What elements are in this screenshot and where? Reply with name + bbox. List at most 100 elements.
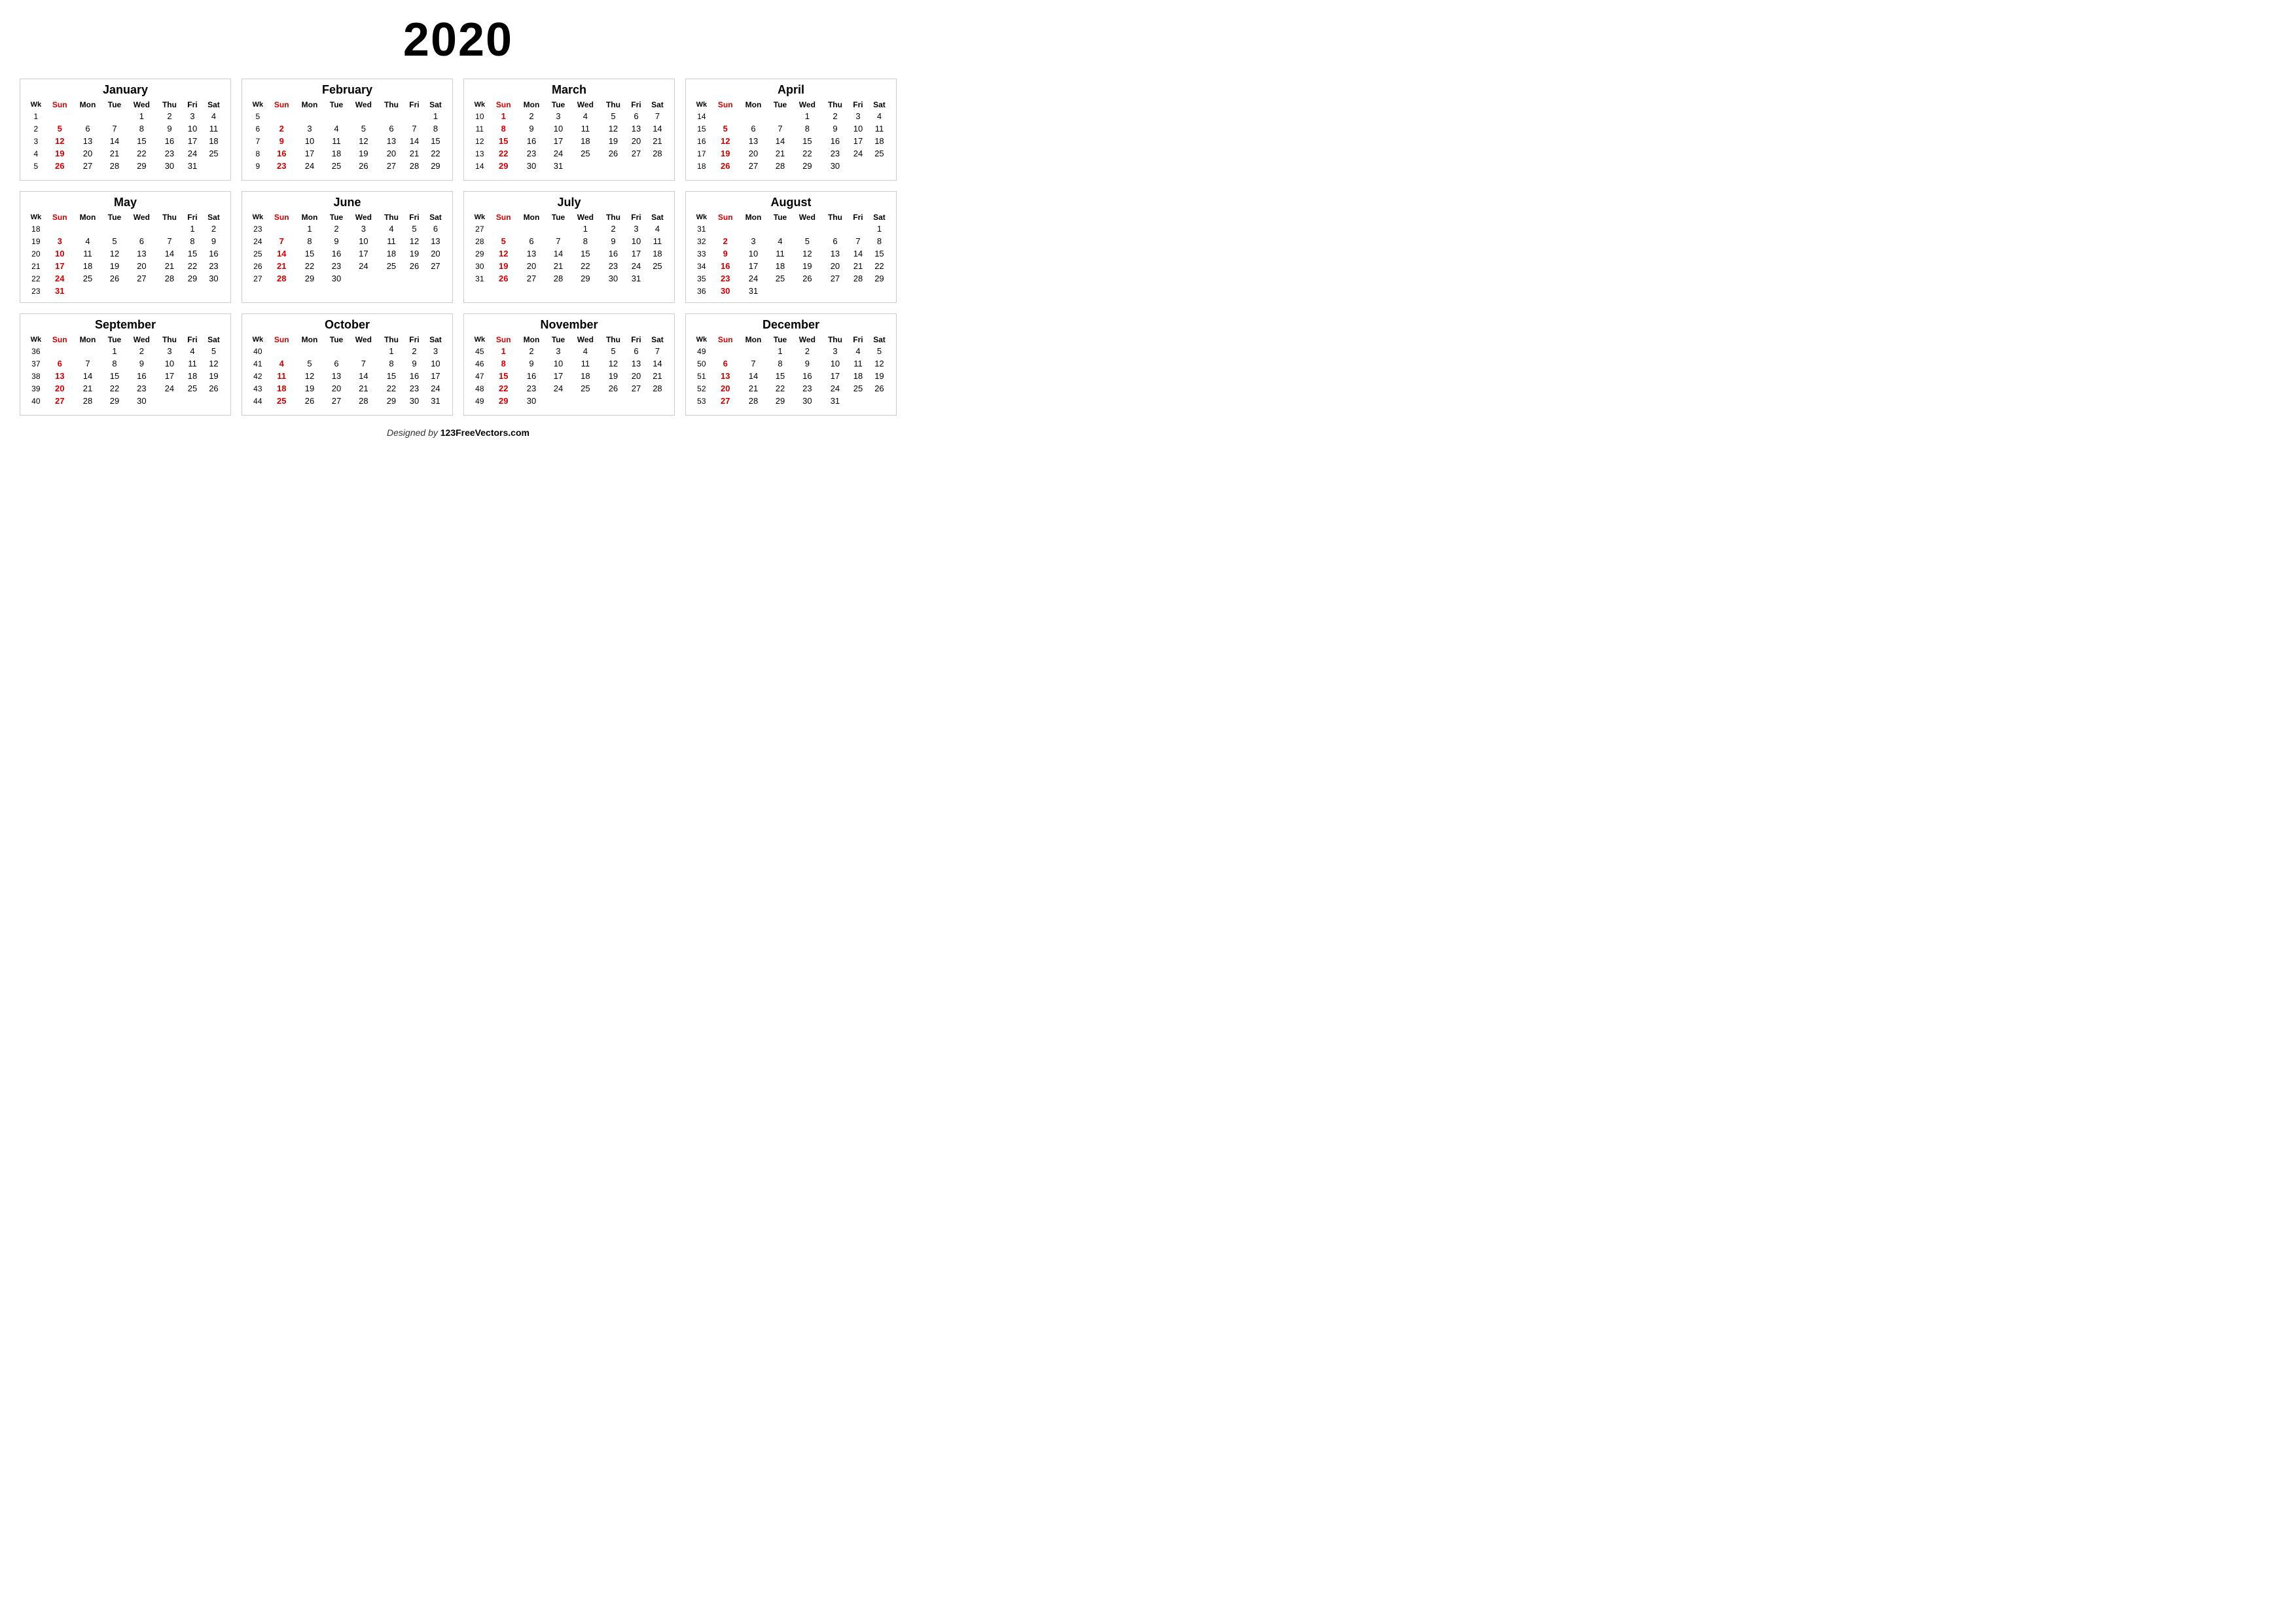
day-cell xyxy=(490,407,517,410)
day-cell: 9 xyxy=(600,235,626,247)
col-header-thu: Thu xyxy=(600,99,626,110)
day-cell: 17 xyxy=(546,135,571,147)
day-cell xyxy=(324,172,349,175)
day-cell: 24 xyxy=(46,272,73,285)
day-cell: 26 xyxy=(102,272,127,285)
day-cell xyxy=(183,395,202,407)
week-number: 50 xyxy=(691,357,712,370)
week-number: 1 xyxy=(26,110,46,122)
day-cell: 25 xyxy=(571,382,600,395)
day-cell: 24 xyxy=(156,382,183,395)
day-cell: 18 xyxy=(768,260,793,272)
month-block-may: MayWkSunMonTueWedThuFriSat18121934567892… xyxy=(20,191,231,303)
week-number: 16 xyxy=(691,135,712,147)
day-cell: 18 xyxy=(646,247,669,260)
day-cell: 1 xyxy=(490,345,517,357)
week-number: 23 xyxy=(26,285,46,297)
week-number: 17 xyxy=(691,147,712,160)
day-cell: 19 xyxy=(295,382,324,395)
day-cell: 22 xyxy=(424,147,447,160)
day-cell: 30 xyxy=(324,272,349,285)
day-cell xyxy=(793,285,822,297)
day-cell: 11 xyxy=(73,247,102,260)
day-cell xyxy=(822,223,848,235)
day-cell: 11 xyxy=(571,357,600,370)
col-header-thu: Thu xyxy=(600,334,626,345)
day-cell: 28 xyxy=(156,272,183,285)
day-cell xyxy=(268,285,295,287)
week-number: 22 xyxy=(26,272,46,285)
day-cell: 13 xyxy=(127,247,156,260)
col-header-wed: Wed xyxy=(127,212,156,223)
day-cell: 23 xyxy=(127,382,156,395)
day-cell: 11 xyxy=(183,357,202,370)
day-cell: 3 xyxy=(424,345,447,357)
day-cell: 4 xyxy=(646,223,669,235)
day-cell: 2 xyxy=(202,223,225,235)
day-cell: 1 xyxy=(490,110,517,122)
day-cell: 8 xyxy=(295,235,324,247)
week-row: 376789101112 xyxy=(26,357,225,370)
day-cell: 11 xyxy=(268,370,295,382)
month-title: February xyxy=(247,83,447,97)
col-header-fri: Fri xyxy=(626,212,646,223)
week-number: 27 xyxy=(247,272,268,285)
day-cell: 23 xyxy=(793,382,822,395)
col-header-sat: Sat xyxy=(868,212,891,223)
week-number: 46 xyxy=(469,357,490,370)
week-row: 271234 xyxy=(469,223,669,235)
col-header-thu: Thu xyxy=(156,99,183,110)
day-cell: 8 xyxy=(793,122,822,135)
day-cell xyxy=(46,407,73,410)
day-cell: 27 xyxy=(46,395,73,407)
col-header-sat: Sat xyxy=(646,212,669,223)
day-cell xyxy=(268,345,295,357)
day-cell: 6 xyxy=(378,122,404,135)
day-cell: 7 xyxy=(848,235,868,247)
day-cell: 3 xyxy=(183,110,202,122)
day-cell xyxy=(822,172,848,175)
week-row: 141234 xyxy=(691,110,891,122)
day-cell xyxy=(848,160,868,172)
day-cell: 31 xyxy=(424,395,447,407)
day-cell xyxy=(490,172,517,175)
col-header-tue: Tue xyxy=(324,212,349,223)
day-cell xyxy=(268,110,295,122)
day-cell: 23 xyxy=(600,260,626,272)
day-cell: 28 xyxy=(646,382,669,395)
day-cell: 12 xyxy=(202,357,225,370)
week-number: 34 xyxy=(691,260,712,272)
month-title: January xyxy=(26,83,225,97)
day-cell xyxy=(712,110,739,122)
day-cell: 3 xyxy=(546,110,571,122)
week-number: 19 xyxy=(26,235,46,247)
day-cell: 2 xyxy=(600,223,626,235)
week-row: 311 xyxy=(691,223,891,235)
day-cell: 11 xyxy=(571,122,600,135)
day-cell: 31 xyxy=(546,160,571,172)
day-cell xyxy=(378,285,404,287)
col-header-wed: Wed xyxy=(793,334,822,345)
day-cell xyxy=(183,285,202,297)
week-row: 1719202122232425 xyxy=(691,147,891,160)
day-cell xyxy=(848,223,868,235)
day-cell: 18 xyxy=(324,147,349,160)
day-cell xyxy=(868,395,891,407)
week-number: 41 xyxy=(247,357,268,370)
day-cell xyxy=(712,172,739,175)
day-cell: 17 xyxy=(822,370,848,382)
day-cell xyxy=(868,160,891,172)
col-header-tue: Tue xyxy=(546,334,571,345)
day-cell: 17 xyxy=(626,247,646,260)
day-cell: 22 xyxy=(768,382,793,395)
day-cell xyxy=(793,172,822,175)
day-cell: 10 xyxy=(739,247,768,260)
day-cell: 3 xyxy=(295,122,324,135)
day-cell: 20 xyxy=(626,370,646,382)
day-cell: 26 xyxy=(349,160,378,172)
day-cell xyxy=(73,407,102,410)
day-cell: 2 xyxy=(324,223,349,235)
day-cell: 28 xyxy=(404,160,424,172)
day-cell xyxy=(349,110,378,122)
day-cell: 23 xyxy=(517,382,546,395)
